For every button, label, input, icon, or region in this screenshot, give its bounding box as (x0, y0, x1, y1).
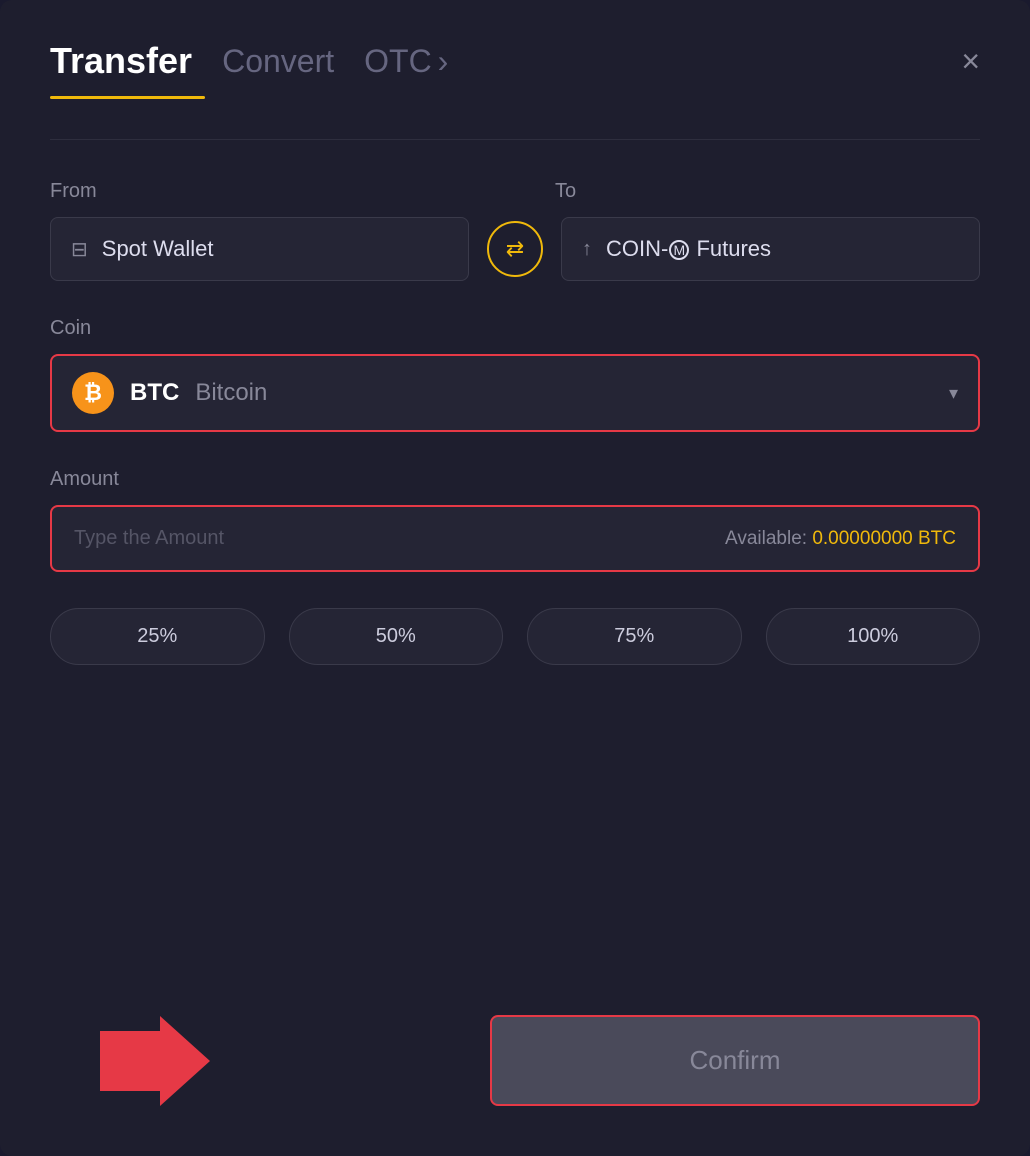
from-to-row: ⊟ Spot Wallet ⇄ ↑ COIN-M Futures (50, 217, 980, 281)
tab-otc[interactable]: OTC › (364, 43, 448, 80)
percent-100-button[interactable]: 100% (766, 608, 981, 665)
tab-convert[interactable]: Convert (222, 43, 334, 80)
coin-chevron-icon: ▾ (949, 383, 958, 404)
available-text: Available: 0.00000000 BTC (725, 528, 956, 550)
header-tabs: Transfer Convert OTC › × (50, 40, 980, 82)
btc-icon: ₿ (72, 372, 114, 414)
coin-select[interactable]: ₿ BTC Bitcoin ▾ (50, 354, 980, 432)
red-arrow-icon (100, 1016, 210, 1106)
percent-75-button[interactable]: 75% (527, 608, 742, 665)
amount-input-box[interactable]: Type the Amount Available: 0.00000000 BT… (50, 505, 980, 572)
amount-label: Amount (50, 468, 980, 491)
coin-full-name: Bitcoin (195, 379, 267, 407)
wallet-icon: ⊟ (71, 237, 88, 262)
swap-icon: ⇄ (506, 236, 524, 262)
from-to-labels: From To (50, 180, 980, 203)
available-currency: BTC (918, 528, 956, 549)
from-to-section: From To ⊟ Spot Wallet ⇄ ↑ COIN-M Futures (50, 180, 980, 281)
percent-25-button[interactable]: 25% (50, 608, 265, 665)
from-label: From (50, 180, 475, 203)
from-wallet-select[interactable]: ⊟ Spot Wallet (50, 217, 469, 281)
available-value: 0.00000000 (812, 528, 912, 549)
confirm-button[interactable]: Confirm (490, 1015, 980, 1106)
tab-transfer[interactable]: Transfer (50, 40, 192, 82)
percent-50-button[interactable]: 50% (289, 608, 504, 665)
bottom-section: Confirm (50, 995, 980, 1106)
amount-section: Amount Type the Amount Available: 0.0000… (50, 468, 980, 572)
from-wallet-text: Spot Wallet (102, 236, 214, 262)
available-label: Available: (725, 528, 807, 549)
transfer-modal: Transfer Convert OTC › × From To ⊟ Spot … (0, 0, 1030, 1156)
close-button[interactable]: × (961, 45, 980, 77)
arrow-container (100, 1016, 210, 1106)
swap-button[interactable]: ⇄ (487, 221, 543, 277)
header-divider (50, 139, 980, 140)
percent-row: 25% 50% 75% 100% (50, 608, 980, 665)
coin-label: Coin (50, 317, 980, 340)
to-label: To (555, 180, 980, 203)
to-wallet-select[interactable]: ↑ COIN-M Futures (561, 217, 980, 281)
coin-ticker: BTC (130, 379, 179, 407)
amount-placeholder: Type the Amount (74, 527, 224, 550)
coin-section: Coin ₿ BTC Bitcoin ▾ (50, 317, 980, 432)
tab-active-indicator (50, 96, 205, 99)
to-wallet-text: COIN-M Futures (606, 236, 771, 262)
futures-icon: ↑ (582, 238, 592, 261)
